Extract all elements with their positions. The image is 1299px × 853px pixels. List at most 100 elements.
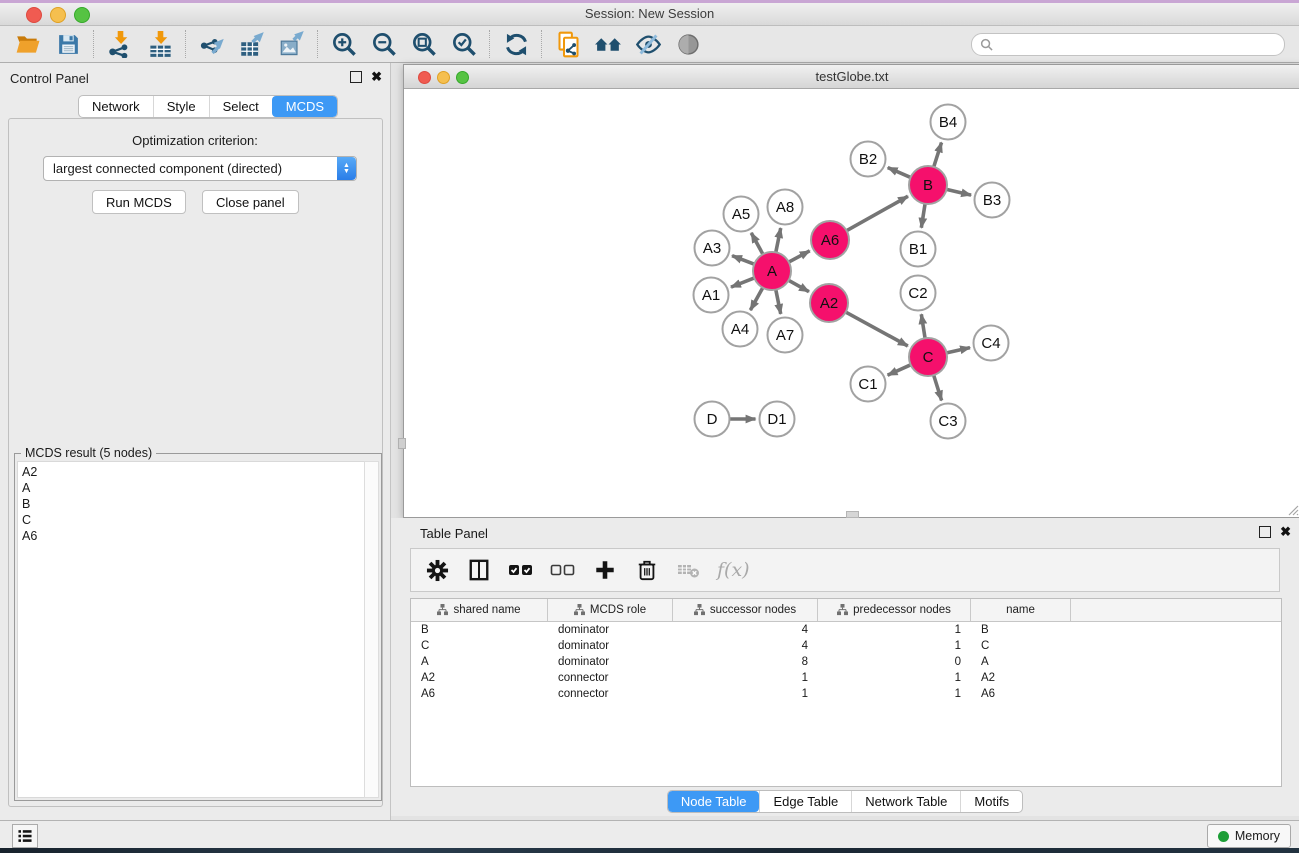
- graph-edge-B-B3[interactable]: [946, 189, 971, 195]
- graph-edge-A2-C[interactable]: [846, 312, 908, 346]
- cell-successor-nodes[interactable]: 1: [673, 688, 818, 700]
- result-item-C[interactable]: C: [22, 512, 365, 528]
- result-item-B[interactable]: B: [22, 496, 365, 512]
- float-panel-icon[interactable]: [350, 71, 362, 83]
- graph-edge-B-B4[interactable]: [934, 142, 942, 166]
- graph-node-A2[interactable]: A2: [810, 284, 848, 322]
- clone-network-icon[interactable]: [548, 28, 588, 60]
- graph-node-B4[interactable]: B4: [931, 105, 966, 140]
- cell-successor-nodes[interactable]: 1: [673, 672, 818, 684]
- graph-node-B[interactable]: B: [909, 166, 947, 204]
- graph-edge-C-C1[interactable]: [888, 365, 911, 375]
- table-row[interactable]: A6connector11A6: [411, 686, 1281, 702]
- cell-predecessor-nodes[interactable]: 1: [818, 688, 971, 700]
- task-history-button[interactable]: [12, 824, 38, 848]
- close-table-panel-icon[interactable]: ✖: [1280, 527, 1291, 537]
- tab-node-table[interactable]: Node Table: [668, 791, 760, 812]
- memory-button[interactable]: Memory: [1207, 824, 1291, 848]
- graph-node-B3[interactable]: B3: [975, 183, 1010, 218]
- add-row-icon[interactable]: [591, 556, 619, 584]
- open-session-icon[interactable]: [8, 28, 48, 60]
- export-image-icon[interactable]: [272, 28, 312, 60]
- graph-edge-A-A8[interactable]: [776, 228, 781, 252]
- cell-name[interactable]: A2: [971, 672, 1071, 684]
- graph-node-A1[interactable]: A1: [694, 278, 729, 313]
- tab-select[interactable]: Select: [209, 96, 272, 117]
- graph-node-A3[interactable]: A3: [695, 231, 730, 266]
- tab-mcds[interactable]: MCDS: [272, 96, 337, 117]
- network-zoom-button[interactable]: [456, 71, 469, 84]
- graph-node-A5[interactable]: A5: [724, 197, 759, 232]
- network-window-titlebar[interactable]: testGlobe.txt: [404, 65, 1299, 89]
- graph-edge-A-A5[interactable]: [751, 233, 763, 254]
- close-panel-button[interactable]: Close panel: [202, 190, 299, 214]
- select-all-icon[interactable]: [507, 556, 535, 584]
- cell-shared-name[interactable]: C: [411, 640, 548, 652]
- node-table[interactable]: shared nameMCDS rolesuccessor nodesprede…: [410, 598, 1282, 787]
- cell-MCDS-role[interactable]: connector: [548, 688, 673, 700]
- graph-edge-B-B1[interactable]: [921, 204, 925, 228]
- graph-edge-A-A1[interactable]: [731, 278, 754, 287]
- result-item-A2[interactable]: A2: [22, 464, 365, 480]
- graph-edge-C-C4[interactable]: [947, 348, 970, 353]
- graph-node-D[interactable]: D: [695, 402, 730, 437]
- mcds-result-list[interactable]: A2ABCA6: [17, 461, 366, 798]
- cell-MCDS-role[interactable]: connector: [548, 672, 673, 684]
- criterion-dropdown[interactable]: largest connected component (directed) ▲…: [43, 156, 357, 181]
- search-box[interactable]: [971, 33, 1285, 56]
- save-session-icon[interactable]: [48, 28, 88, 60]
- zoom-out-icon[interactable]: [364, 28, 404, 60]
- tab-edge-table[interactable]: Edge Table: [759, 791, 851, 812]
- graph-node-A7[interactable]: A7: [768, 318, 803, 353]
- graph-node-C4[interactable]: C4: [974, 326, 1009, 361]
- export-network-icon[interactable]: [192, 28, 232, 60]
- search-input[interactable]: [993, 36, 1276, 52]
- graph-node-A8[interactable]: A8: [768, 190, 803, 225]
- show-graphics-details-icon[interactable]: [668, 28, 708, 60]
- column-header-shared-name[interactable]: shared name: [411, 599, 548, 621]
- cell-shared-name[interactable]: A: [411, 656, 548, 668]
- result-item-A[interactable]: A: [22, 480, 365, 496]
- result-item-A6[interactable]: A6: [22, 528, 365, 544]
- zoom-window-button[interactable]: [74, 7, 90, 23]
- graph-edge-A-A2[interactable]: [789, 280, 809, 291]
- show-column-icon[interactable]: [465, 556, 493, 584]
- cell-shared-name[interactable]: A6: [411, 688, 548, 700]
- float-table-panel-icon[interactable]: [1259, 526, 1271, 538]
- network-minimize-button[interactable]: [437, 71, 450, 84]
- cell-predecessor-nodes[interactable]: 1: [818, 624, 971, 636]
- unselect-all-icon[interactable]: [549, 556, 577, 584]
- graph-node-A6[interactable]: A6: [811, 221, 849, 259]
- table-row[interactable]: Bdominator41B: [411, 622, 1281, 638]
- cell-shared-name[interactable]: B: [411, 624, 548, 636]
- export-table-icon[interactable]: [232, 28, 272, 60]
- tab-network[interactable]: Network: [79, 96, 153, 117]
- cell-name[interactable]: A: [971, 656, 1071, 668]
- zoom-selected-icon[interactable]: [444, 28, 484, 60]
- table-row[interactable]: A2connector11A2: [411, 670, 1281, 686]
- graph-node-C[interactable]: C: [909, 338, 947, 376]
- hide-selected-icon[interactable]: [628, 28, 668, 60]
- cell-name[interactable]: B: [971, 624, 1071, 636]
- graph-edge-A-A6[interactable]: [789, 251, 810, 262]
- network-close-button[interactable]: [418, 71, 431, 84]
- graph-edge-A-A4[interactable]: [750, 288, 762, 311]
- cell-shared-name[interactable]: A2: [411, 672, 548, 684]
- column-header-successor-nodes[interactable]: successor nodes: [673, 599, 818, 621]
- graph-edge-C-C3[interactable]: [934, 375, 942, 400]
- network-canvas[interactable]: A5A8A3A1A4A7B2B4B3B1C2C4C1C3DD1AA6A2BC: [404, 89, 1298, 516]
- vertical-scrollbar-nub[interactable]: [398, 438, 406, 449]
- table-row[interactable]: Cdominator41C: [411, 638, 1281, 654]
- horizontal-scrollbar-nub[interactable]: [846, 511, 859, 518]
- run-mcds-button[interactable]: Run MCDS: [92, 190, 186, 214]
- graph-edge-A6-B[interactable]: [847, 196, 908, 230]
- graph-node-A[interactable]: A: [753, 252, 791, 290]
- cell-MCDS-role[interactable]: dominator: [548, 624, 673, 636]
- close-panel-icon[interactable]: ✖: [371, 72, 382, 82]
- first-neighbors-icon[interactable]: [588, 28, 628, 60]
- cell-predecessor-nodes[interactable]: 1: [818, 672, 971, 684]
- refresh-icon[interactable]: [496, 28, 536, 60]
- graph-edge-B-B2[interactable]: [888, 168, 911, 178]
- cell-successor-nodes[interactable]: 8: [673, 656, 818, 668]
- tab-motifs[interactable]: Motifs: [960, 791, 1022, 812]
